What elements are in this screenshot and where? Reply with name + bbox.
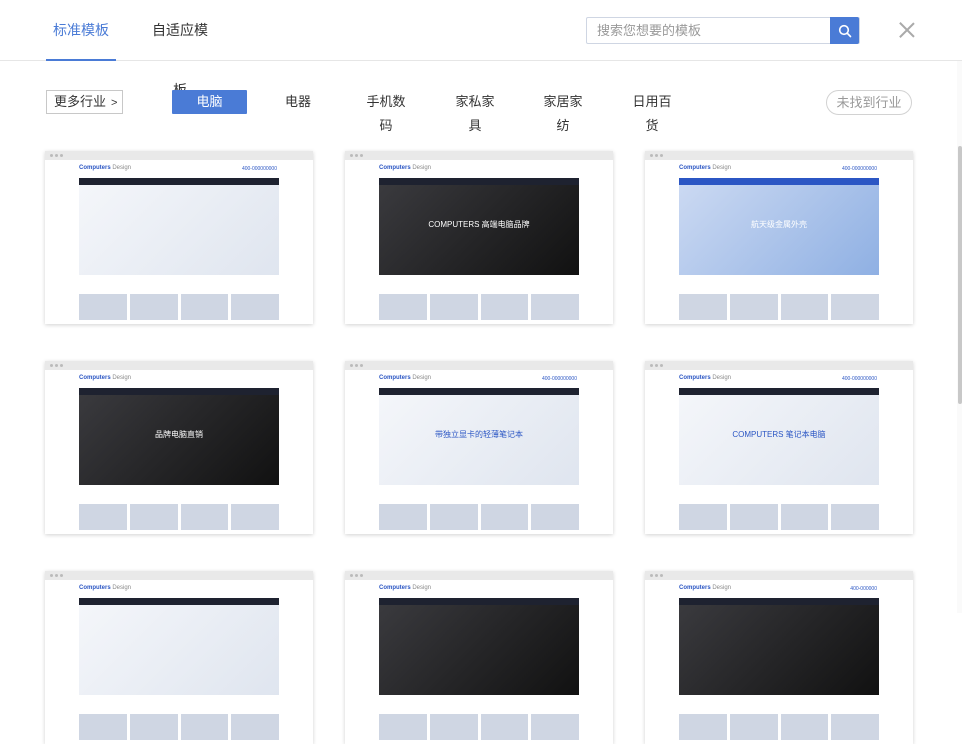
thumb-products — [379, 500, 579, 534]
window-chrome — [345, 361, 613, 370]
window-chrome — [45, 361, 313, 370]
scrollbar-thumb[interactable] — [958, 146, 962, 404]
template-card[interactable]: Computers Design COMPUTERS 高端电脑品牌 — [345, 151, 613, 324]
window-chrome — [345, 151, 613, 160]
category-appliance[interactable]: 电器 — [284, 90, 312, 114]
window-chrome — [45, 571, 313, 580]
category-home-textile[interactable]: 家居家纺 — [538, 90, 588, 133]
thumb-hero: COMPUTERS 高端电脑品牌 — [379, 185, 579, 275]
template-card[interactable]: Computers Design 400-000000000 COMPUTERS 笔… — [645, 361, 913, 534]
thumb-products — [79, 500, 279, 534]
thumb-hero — [79, 605, 279, 695]
template-card[interactable]: Computers Design — [345, 571, 613, 744]
thumb-nav — [79, 598, 279, 605]
thumb-header: Computers Design 400-000000000 — [645, 370, 913, 388]
more-industries-button[interactable]: 更多行业 > — [46, 90, 123, 114]
tab-standard-templates[interactable]: 标准模板 — [46, 0, 116, 61]
thumb-brand: Computers Design — [379, 165, 432, 171]
thumb-header: Computers Design 400-000000000 — [345, 370, 613, 388]
thumb-hero-text: COMPUTERS 高端电脑品牌 — [428, 220, 530, 229]
template-card[interactable]: Computers Design 400-000000 — [645, 571, 913, 744]
thumb-header: Computers Design — [345, 580, 613, 598]
window-chrome — [645, 151, 913, 160]
thumb-products — [679, 710, 879, 744]
thumb-products — [79, 290, 279, 324]
thumb-nav — [79, 178, 279, 185]
category-computer[interactable]: 电脑 — [172, 90, 247, 114]
thumb-brand: Computers Design — [79, 585, 132, 591]
tab-adaptive-templates[interactable]: 自适应模板 — [148, 0, 212, 98]
thumb-header: Computers Design — [345, 160, 613, 178]
thumb-brand: Computers Design — [379, 375, 432, 381]
thumb-nav — [679, 178, 879, 185]
thumb-brand: Computers Design — [379, 585, 432, 591]
thumb-hero — [79, 185, 279, 275]
thumb-nav — [79, 388, 279, 395]
thumb-phone: 400-000000000 — [841, 376, 877, 382]
thumb-hero: COMPUTERS 笔记本电脑 — [679, 395, 879, 485]
thumb-brand: Computers Design — [79, 375, 132, 381]
window-chrome — [645, 571, 913, 580]
thumb-products — [379, 710, 579, 744]
thumb-phone: 400-000000 — [850, 586, 877, 592]
thumb-hero: 带独立显卡的轻薄笔记本 — [379, 395, 579, 485]
close-icon[interactable] — [899, 22, 915, 38]
thumb-brand: Computers Design — [679, 585, 732, 591]
more-industries-label: 更多行业 — [54, 94, 107, 109]
thumb-nav — [679, 388, 879, 395]
thumb-hero — [679, 605, 879, 695]
template-card[interactable]: Computers Design 品牌电脑直销 — [45, 361, 313, 534]
industry-filter: 更多行业 > 电脑 电器 手机数码 家私家具 家居家纺 日用百货 未找到行业 — [0, 88, 962, 133]
industry-not-found-button[interactable]: 未找到行业 — [826, 90, 912, 115]
thumb-header: Computers Design 400-000000000 — [45, 160, 313, 178]
thumb-nav — [379, 178, 579, 185]
thumb-brand: Computers Design — [679, 375, 732, 381]
thumb-phone: 400-000000000 — [541, 376, 577, 382]
thumb-hero: 品牌电脑直销 — [79, 395, 279, 485]
thumb-hero-text: 带独立显卡的轻薄笔记本 — [435, 430, 523, 439]
chevron-right-icon: > — [111, 97, 118, 109]
thumb-header: Computers Design — [45, 580, 313, 598]
thumb-products — [79, 710, 279, 744]
template-card[interactable]: Computers Design 400-000000000 航天级金属外壳 — [645, 151, 913, 324]
thumb-brand: Computers Design — [679, 165, 732, 171]
thumb-nav — [379, 598, 579, 605]
thumb-hero-text: COMPUTERS 笔记本电脑 — [732, 430, 826, 439]
thumb-nav — [379, 388, 579, 395]
search-box — [586, 17, 860, 44]
thumb-hero: 航天级金属外壳 — [679, 185, 879, 275]
category-furniture[interactable]: 家私家具 — [450, 90, 500, 133]
thumb-header: Computers Design — [45, 370, 313, 388]
window-chrome — [645, 361, 913, 370]
thumb-phone: 400-000000000 — [841, 166, 877, 172]
thumb-hero-text: 品牌电脑直销 — [155, 430, 203, 439]
template-card[interactable]: Computers Design — [45, 571, 313, 744]
template-card[interactable]: Computers Design 400-000000000 — [45, 151, 313, 324]
thumb-brand: Computers Design — [79, 165, 132, 171]
category-daily-goods[interactable]: 日用百货 — [627, 90, 677, 133]
thumb-products — [679, 290, 879, 324]
thumb-hero — [379, 605, 579, 695]
window-chrome — [345, 571, 613, 580]
thumb-products — [379, 290, 579, 324]
thumb-products — [679, 500, 879, 534]
search-input[interactable] — [587, 18, 831, 43]
thumb-hero-text: 航天级金属外壳 — [751, 220, 807, 229]
template-card[interactable]: Computers Design 400-000000000 带独立显卡的轻薄笔记本 — [345, 361, 613, 534]
thumb-phone: 400-000000000 — [241, 166, 277, 172]
top-bar: 标准模板 自适应模板 — [0, 0, 962, 98]
category-mobile-digital[interactable]: 手机数码 — [361, 90, 411, 133]
window-chrome — [45, 151, 313, 160]
search-button[interactable] — [830, 17, 859, 44]
thumb-header: Computers Design 400-000000 — [645, 580, 913, 598]
thumb-header: Computers Design 400-000000000 — [645, 160, 913, 178]
thumb-nav — [679, 598, 879, 605]
search-icon — [838, 24, 851, 37]
